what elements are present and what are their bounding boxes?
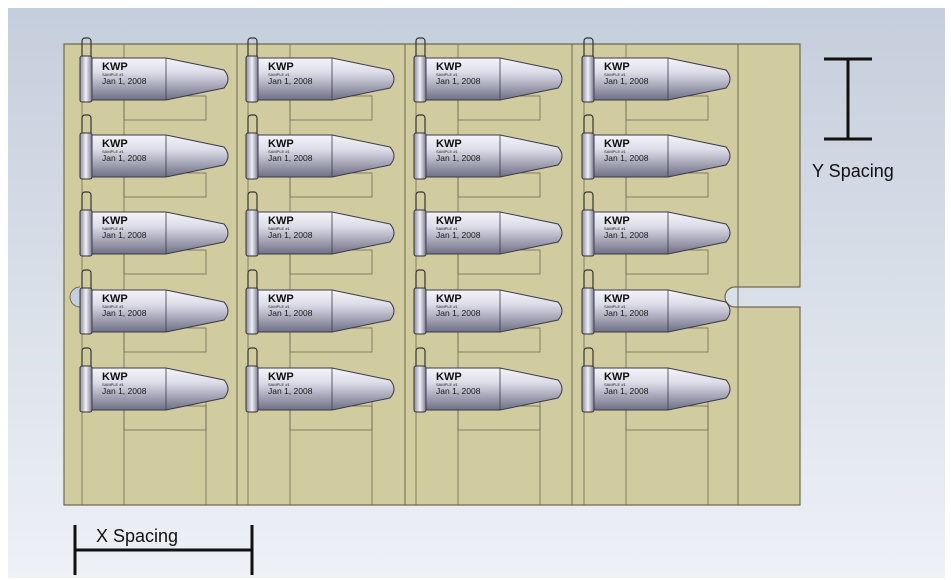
tube-label-date: Jan 1, 2008 <box>436 308 481 318</box>
tube-cap <box>245 132 259 180</box>
tube-cap <box>581 55 595 103</box>
tube-label-date: Jan 1, 2008 <box>102 308 147 318</box>
tube-label-date: Jan 1, 2008 <box>268 153 313 163</box>
tube-label-date: Jan 1, 2008 <box>268 76 313 86</box>
tube-label-date: Jan 1, 2008 <box>604 76 649 86</box>
x-spacing-label: X Spacing <box>96 526 178 546</box>
tube-cap <box>413 287 427 335</box>
tube-label-date: Jan 1, 2008 <box>604 386 649 396</box>
tube-cap <box>245 209 259 257</box>
tube-label-date: Jan 1, 2008 <box>436 230 481 240</box>
tube-cap <box>79 209 93 257</box>
tube-cap <box>413 55 427 103</box>
tube-cap <box>79 55 93 103</box>
tube-cap <box>581 132 595 180</box>
tube-cap <box>413 365 427 413</box>
tube-label-date: Jan 1, 2008 <box>436 76 481 86</box>
plate-body <box>63 43 801 506</box>
tube-cap <box>581 287 595 335</box>
tube-label-date: Jan 1, 2008 <box>604 230 649 240</box>
tube-label-date: Jan 1, 2008 <box>102 153 147 163</box>
tube-label-date: Jan 1, 2008 <box>102 76 147 86</box>
tube-cap <box>245 287 259 335</box>
tube-label-date: Jan 1, 2008 <box>436 386 481 396</box>
tube-label-date: Jan 1, 2008 <box>268 308 313 318</box>
rack-plate <box>63 43 801 506</box>
rack-diagram: KWP SAMPLE #1 Jan 1, 2008 KWP SAMPLE #1 Jan 1… <box>0 0 951 580</box>
tube-cap <box>581 209 595 257</box>
tube-label-date: Jan 1, 2008 <box>268 386 313 396</box>
tube-cap <box>79 287 93 335</box>
tube-label-date: Jan 1, 2008 <box>604 308 649 318</box>
tube-cap <box>245 365 259 413</box>
tube-cap <box>245 55 259 103</box>
tube-label-date: Jan 1, 2008 <box>268 230 313 240</box>
tube-label-date: Jan 1, 2008 <box>604 153 649 163</box>
y-spacing-label: Y Spacing <box>812 161 894 181</box>
tube-cap <box>581 365 595 413</box>
tube-label-date: Jan 1, 2008 <box>436 153 481 163</box>
tube-cap <box>413 209 427 257</box>
tube-cap <box>413 132 427 180</box>
tube-cap <box>79 365 93 413</box>
tube-cap <box>79 132 93 180</box>
tube-label-date: Jan 1, 2008 <box>102 386 147 396</box>
tube-label-date: Jan 1, 2008 <box>102 230 147 240</box>
diagram-canvas: KWPSAMPLE #1Jan 1, 2008KWPSAMPLE #1Jan 1… <box>8 8 945 578</box>
